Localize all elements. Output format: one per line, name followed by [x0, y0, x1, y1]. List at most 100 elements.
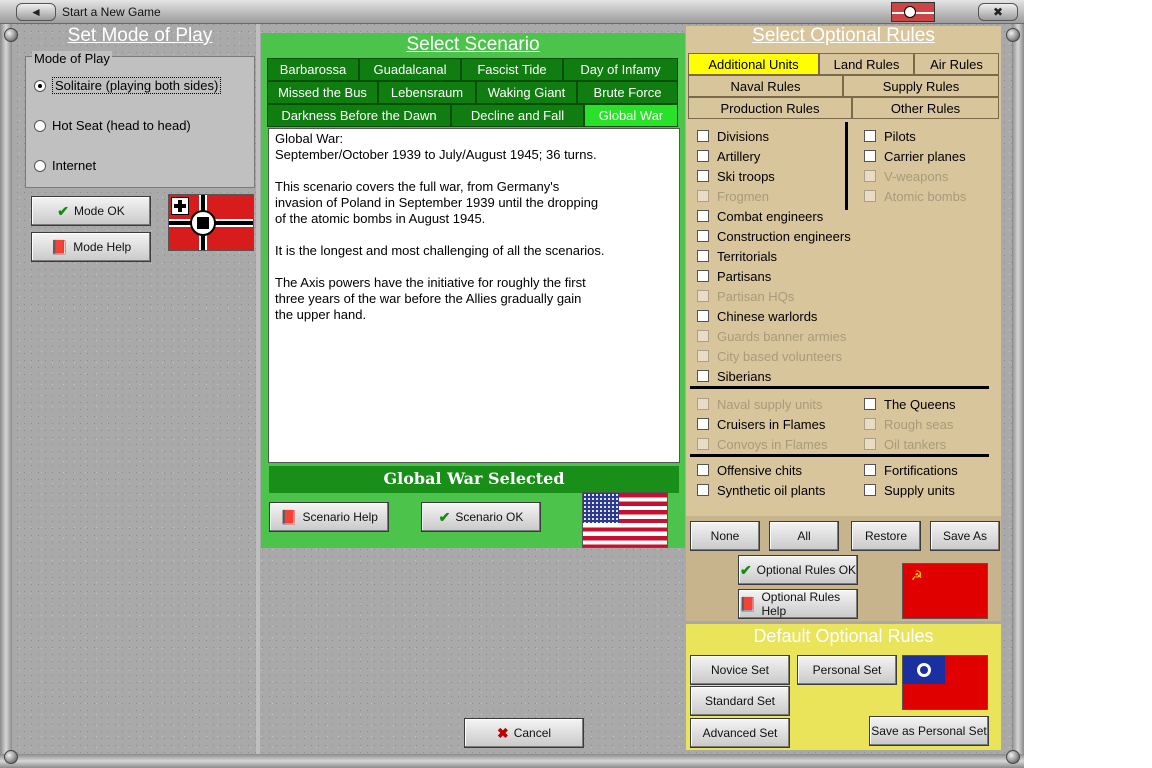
option-fortifications[interactable]: Fortifications	[864, 460, 994, 480]
tab-air-rules[interactable]: Air Rules	[914, 53, 999, 75]
tab-brute-force[interactable]: Brute Force	[577, 81, 678, 104]
restore-button[interactable]: Restore	[851, 521, 921, 551]
scenario-help-button[interactable]: 📕 Scenario Help	[269, 502, 389, 532]
tab-other-rules[interactable]: Other Rules	[852, 97, 999, 119]
option-oil-tankers: Oil tankers	[864, 434, 994, 454]
back-button[interactable]: ◄	[16, 3, 56, 21]
checkbox-icon	[864, 464, 876, 476]
rivet	[4, 750, 18, 764]
checkbox-icon	[697, 330, 709, 342]
tab-naval-rules[interactable]: Naval Rules	[688, 75, 843, 97]
save-as-button[interactable]: Save As	[930, 521, 1000, 551]
tab-production-rules[interactable]: Production Rules	[688, 97, 852, 119]
mode-option-internet[interactable]: Internet	[34, 158, 96, 173]
checkbox-icon	[697, 464, 709, 476]
option-siberians[interactable]: Siberians	[697, 366, 857, 386]
checkbox-icon	[864, 484, 876, 496]
standard-set-button[interactable]: Standard Set	[690, 686, 790, 716]
option-chinese-warlords[interactable]: Chinese warlords	[697, 306, 857, 326]
personal-set-button[interactable]: Personal Set	[797, 655, 897, 685]
naval-left: Naval supply units Cruisers in Flames Co…	[697, 394, 857, 454]
column-divider	[845, 122, 848, 210]
rivet	[1006, 28, 1020, 42]
option-carrier-planes[interactable]: Carrier planes	[864, 146, 994, 166]
novice-set-button[interactable]: Novice Set	[690, 655, 790, 685]
check-icon: ✔	[739, 561, 752, 578]
all-button[interactable]: All	[769, 521, 839, 551]
option-the-queens[interactable]: The Queens	[864, 394, 994, 414]
mode-ok-button[interactable]: ✔ Mode OK	[31, 196, 151, 226]
tab-day-of-infamy[interactable]: Day of Infamy	[563, 58, 678, 81]
close-button[interactable]: ✖	[978, 3, 1018, 21]
checkbox-icon	[697, 418, 709, 430]
cancel-x-icon: ✖	[496, 724, 509, 741]
checkbox-icon	[864, 130, 876, 142]
mode-help-button[interactable]: 📕 Mode Help	[31, 232, 151, 262]
scenario-header: Select Scenario	[406, 34, 540, 55]
option-partisans[interactable]: Partisans	[697, 266, 857, 286]
tab-fascist-tide[interactable]: Fascist Tide	[461, 58, 563, 81]
radio-selected-icon	[34, 79, 46, 92]
divider-left	[256, 24, 260, 754]
option-v-weapons: V-weapons	[864, 166, 994, 186]
mode-group-label: Mode of Play	[32, 51, 112, 66]
optional-rules-ok-button[interactable]: ✔ Optional Rules OK	[738, 555, 858, 585]
checkbox-icon	[697, 350, 709, 362]
option-cruisers-in-flames[interactable]: Cruisers in Flames	[697, 414, 857, 434]
tab-lebensraum[interactable]: Lebensraum	[378, 81, 476, 104]
optional-rules-help-button[interactable]: 📕 Optional Rules Help	[738, 589, 858, 619]
option-pilots[interactable]: Pilots	[864, 126, 994, 146]
mode-option-hotseat[interactable]: Hot Seat (head to head)	[34, 118, 191, 133]
save-as-personal-set-button[interactable]: Save as Personal Set	[869, 716, 989, 746]
tab-decline-and-fall[interactable]: Decline and Fall	[451, 104, 584, 127]
none-button[interactable]: None	[690, 521, 760, 551]
scenario-selected-label: Global War Selected	[269, 466, 679, 493]
china-flag-icon	[902, 655, 988, 710]
option-artillery[interactable]: Artillery	[697, 146, 857, 166]
production-left: Offensive chits Synthetic oil plants	[697, 460, 857, 500]
cancel-button[interactable]: ✖ Cancel	[464, 718, 584, 748]
check-icon: ✔	[57, 202, 70, 219]
usa-flag-icon	[582, 492, 668, 548]
naval-right: The Queens Rough seas Oil tankers	[864, 394, 994, 454]
rivet	[4, 28, 18, 42]
option-synthetic-oil-plants[interactable]: Synthetic oil plants	[697, 480, 857, 500]
option-naval-supply-units: Naval supply units	[697, 394, 857, 414]
option-rough-seas: Rough seas	[864, 414, 994, 434]
tab-global-war[interactable]: Global War	[584, 104, 678, 127]
checkbox-icon	[697, 438, 709, 450]
option-ski-troops[interactable]: Ski troops	[697, 166, 857, 186]
mode-option-solitaire[interactable]: Solitaire (playing both sides)	[34, 77, 222, 94]
ussr-flag-icon: ☭	[902, 563, 988, 619]
checkbox-icon	[697, 270, 709, 282]
tab-darkness-before-the-dawn[interactable]: Darkness Before the Dawn	[267, 104, 451, 127]
option-supply-units[interactable]: Supply units	[864, 480, 994, 500]
radio-icon	[34, 159, 46, 172]
tab-guadalcanal[interactable]: Guadalcanal	[359, 58, 461, 81]
option-offensive-chits[interactable]: Offensive chits	[697, 460, 857, 480]
tab-waking-giant[interactable]: Waking Giant	[476, 81, 577, 104]
checkbox-icon	[697, 130, 709, 142]
checkbox-icon	[697, 150, 709, 162]
tab-additional-units[interactable]: Additional Units	[688, 53, 819, 75]
tab-missed-the-bus[interactable]: Missed the Bus	[267, 81, 378, 104]
scenario-ok-button[interactable]: ✔ Scenario OK	[421, 502, 541, 532]
checkbox-icon	[864, 438, 876, 450]
option-divisions[interactable]: Divisions	[697, 126, 857, 146]
main-window: ◄ Start a New Game ✖ Set Mode of Play Mo…	[0, 0, 1024, 768]
advanced-set-button[interactable]: Advanced Set	[690, 718, 790, 748]
option-combat-engineers[interactable]: Combat engineers	[697, 206, 857, 226]
tab-barbarossa[interactable]: Barbarossa	[267, 58, 359, 81]
additional-units-right: Pilots Carrier planes V-weapons Atomic b…	[864, 126, 994, 206]
rivet	[1006, 750, 1020, 764]
option-construction-engineers[interactable]: Construction engineers	[697, 226, 857, 246]
checkbox-icon	[864, 190, 876, 202]
checkbox-icon	[697, 250, 709, 262]
tab-land-rules[interactable]: Land Rules	[819, 53, 914, 75]
tab-supply-rules[interactable]: Supply Rules	[843, 75, 999, 97]
checkbox-icon	[697, 210, 709, 222]
frame-bottom	[0, 754, 1024, 768]
frame-left	[0, 24, 12, 760]
option-territorials[interactable]: Territorials	[697, 246, 857, 266]
germany-flag-icon	[168, 194, 254, 251]
